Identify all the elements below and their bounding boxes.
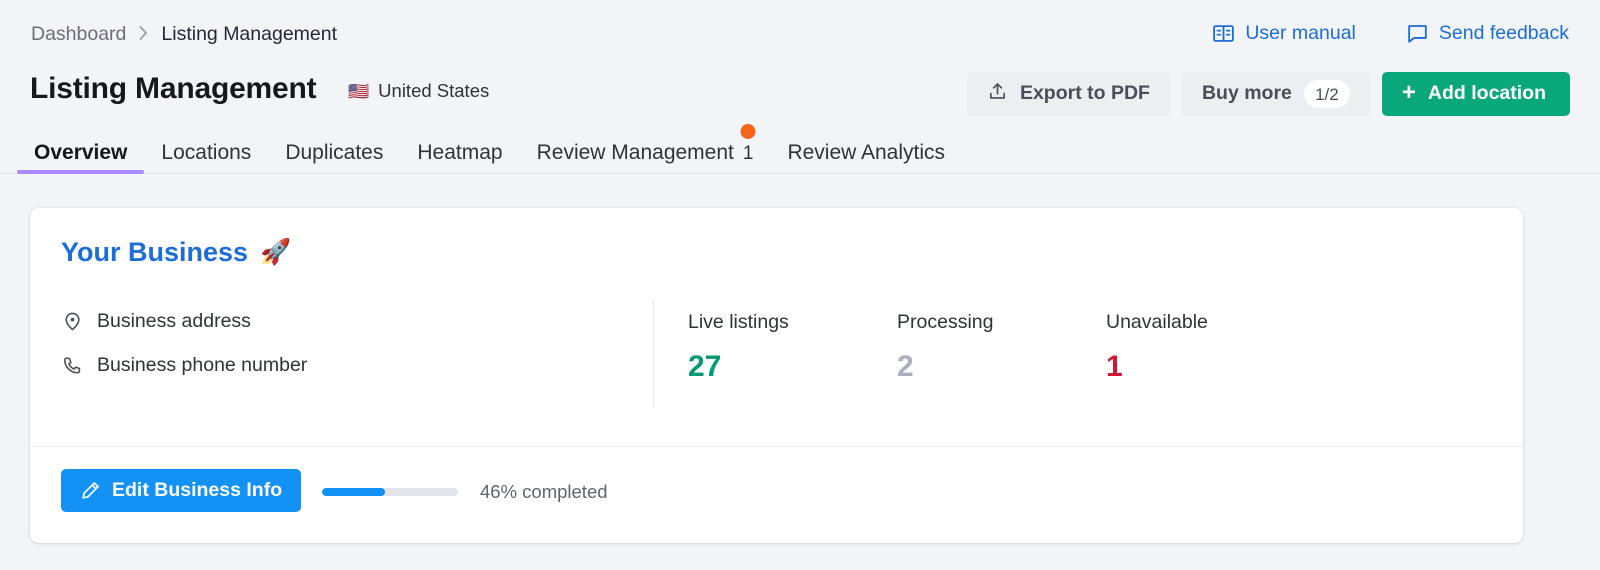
notification-dot-icon xyxy=(741,124,756,139)
stat-live-listings-label: Live listings xyxy=(688,313,897,333)
send-feedback-link[interactable]: Send feedback xyxy=(1406,22,1569,45)
tab-review-management-label: Review Management xyxy=(537,142,734,163)
breadcrumb: Dashboard Listing Management xyxy=(31,25,337,45)
add-location-label: Add location xyxy=(1428,84,1546,104)
stat-processing-value: 2 xyxy=(897,352,1106,382)
breadcrumb-separator-icon xyxy=(139,26,148,44)
user-manual-label: User manual xyxy=(1245,24,1356,44)
listing-management-page: Dashboard Listing Management User manual xyxy=(0,0,1600,570)
header-actions: Export to PDF Buy more 1/2 + Add locatio… xyxy=(967,72,1570,116)
stat-unavailable-value: 1 xyxy=(1106,352,1315,382)
export-to-pdf-label: Export to PDF xyxy=(1020,84,1150,104)
book-icon xyxy=(1212,22,1235,45)
tab-review-management-count: 1 xyxy=(743,144,754,163)
top-bar: Dashboard Listing Management User manual xyxy=(0,0,1600,66)
business-address-row: Business address xyxy=(62,311,307,332)
plus-icon: + xyxy=(1402,81,1416,105)
rocket-icon: 🚀 xyxy=(260,240,291,265)
export-to-pdf-button[interactable]: Export to PDF xyxy=(967,72,1170,116)
edit-business-info-button[interactable]: Edit Business Info xyxy=(61,469,301,512)
your-business-label: Your Business xyxy=(61,239,248,266)
tab-review-analytics-label: Review Analytics xyxy=(787,142,945,163)
title-row: Listing Management 🇺🇸 United States Expo… xyxy=(0,66,1600,128)
your-business-title[interactable]: Your Business 🚀 xyxy=(61,239,291,266)
pencil-icon xyxy=(80,480,101,501)
business-phone-label: Business phone number xyxy=(97,356,307,376)
stat-processing-label: Processing xyxy=(897,313,1106,333)
business-phone-row: Business phone number xyxy=(62,355,307,376)
speech-bubble-icon xyxy=(1406,22,1429,45)
card-footer: Edit Business Info 46% completed xyxy=(30,447,1523,543)
tab-duplicates[interactable]: Duplicates xyxy=(268,142,400,174)
your-business-card: Your Business 🚀 Business address xyxy=(30,208,1523,543)
tab-bar: Overview Locations Duplicates Heatmap Re… xyxy=(0,128,1600,174)
card-vertical-divider xyxy=(653,300,654,408)
buy-more-button[interactable]: Buy more 1/2 xyxy=(1182,72,1370,116)
edit-business-info-label: Edit Business Info xyxy=(112,481,282,501)
export-upload-icon xyxy=(987,81,1008,107)
country-label: United States xyxy=(378,82,489,101)
add-location-button[interactable]: + Add location xyxy=(1382,72,1570,116)
profile-completion: 46% completed xyxy=(322,483,608,502)
buy-more-label: Buy more xyxy=(1202,84,1292,104)
country-indicator: 🇺🇸 United States xyxy=(348,82,489,101)
tab-locations-label: Locations xyxy=(161,142,251,163)
business-address-label: Business address xyxy=(97,312,251,332)
tab-locations[interactable]: Locations xyxy=(144,142,268,174)
card-body: Your Business 🚀 Business address xyxy=(30,208,1523,446)
location-pin-icon xyxy=(62,311,83,332)
tab-duplicates-label: Duplicates xyxy=(285,142,383,163)
business-info-rows: Business address Business phone number xyxy=(62,311,307,376)
top-bar-links: User manual Send feedback xyxy=(1212,22,1569,45)
tab-heatmap-label: Heatmap xyxy=(417,142,502,163)
progress-bar-label: 46% completed xyxy=(480,483,608,502)
breadcrumb-dashboard-link[interactable]: Dashboard xyxy=(31,25,126,45)
breadcrumb-current: Listing Management xyxy=(161,25,337,45)
tab-overview-label: Overview xyxy=(34,142,127,163)
tab-heatmap[interactable]: Heatmap xyxy=(400,142,519,174)
send-feedback-label: Send feedback xyxy=(1439,24,1569,44)
progress-bar-track xyxy=(322,488,458,496)
tab-review-management[interactable]: Review Management 1 xyxy=(520,142,771,174)
stat-processing: Processing 2 xyxy=(897,313,1106,382)
tab-overview[interactable]: Overview xyxy=(17,142,144,174)
page-title: Listing Management xyxy=(30,74,316,104)
stat-live-listings: Live listings 27 xyxy=(688,313,897,382)
user-manual-link[interactable]: User manual xyxy=(1212,22,1356,45)
tab-list: Overview Locations Duplicates Heatmap Re… xyxy=(17,142,962,174)
stat-live-listings-value: 27 xyxy=(688,352,897,382)
listing-stats: Live listings 27 Processing 2 Unavailabl… xyxy=(688,313,1315,382)
progress-bar-fill xyxy=(322,488,385,496)
stat-unavailable-label: Unavailable xyxy=(1106,313,1315,333)
tab-review-analytics[interactable]: Review Analytics xyxy=(770,142,962,174)
us-flag-icon: 🇺🇸 xyxy=(348,83,369,100)
stat-unavailable: Unavailable 1 xyxy=(1106,313,1315,382)
phone-icon xyxy=(62,355,83,376)
buy-more-count-badge: 1/2 xyxy=(1304,80,1350,108)
